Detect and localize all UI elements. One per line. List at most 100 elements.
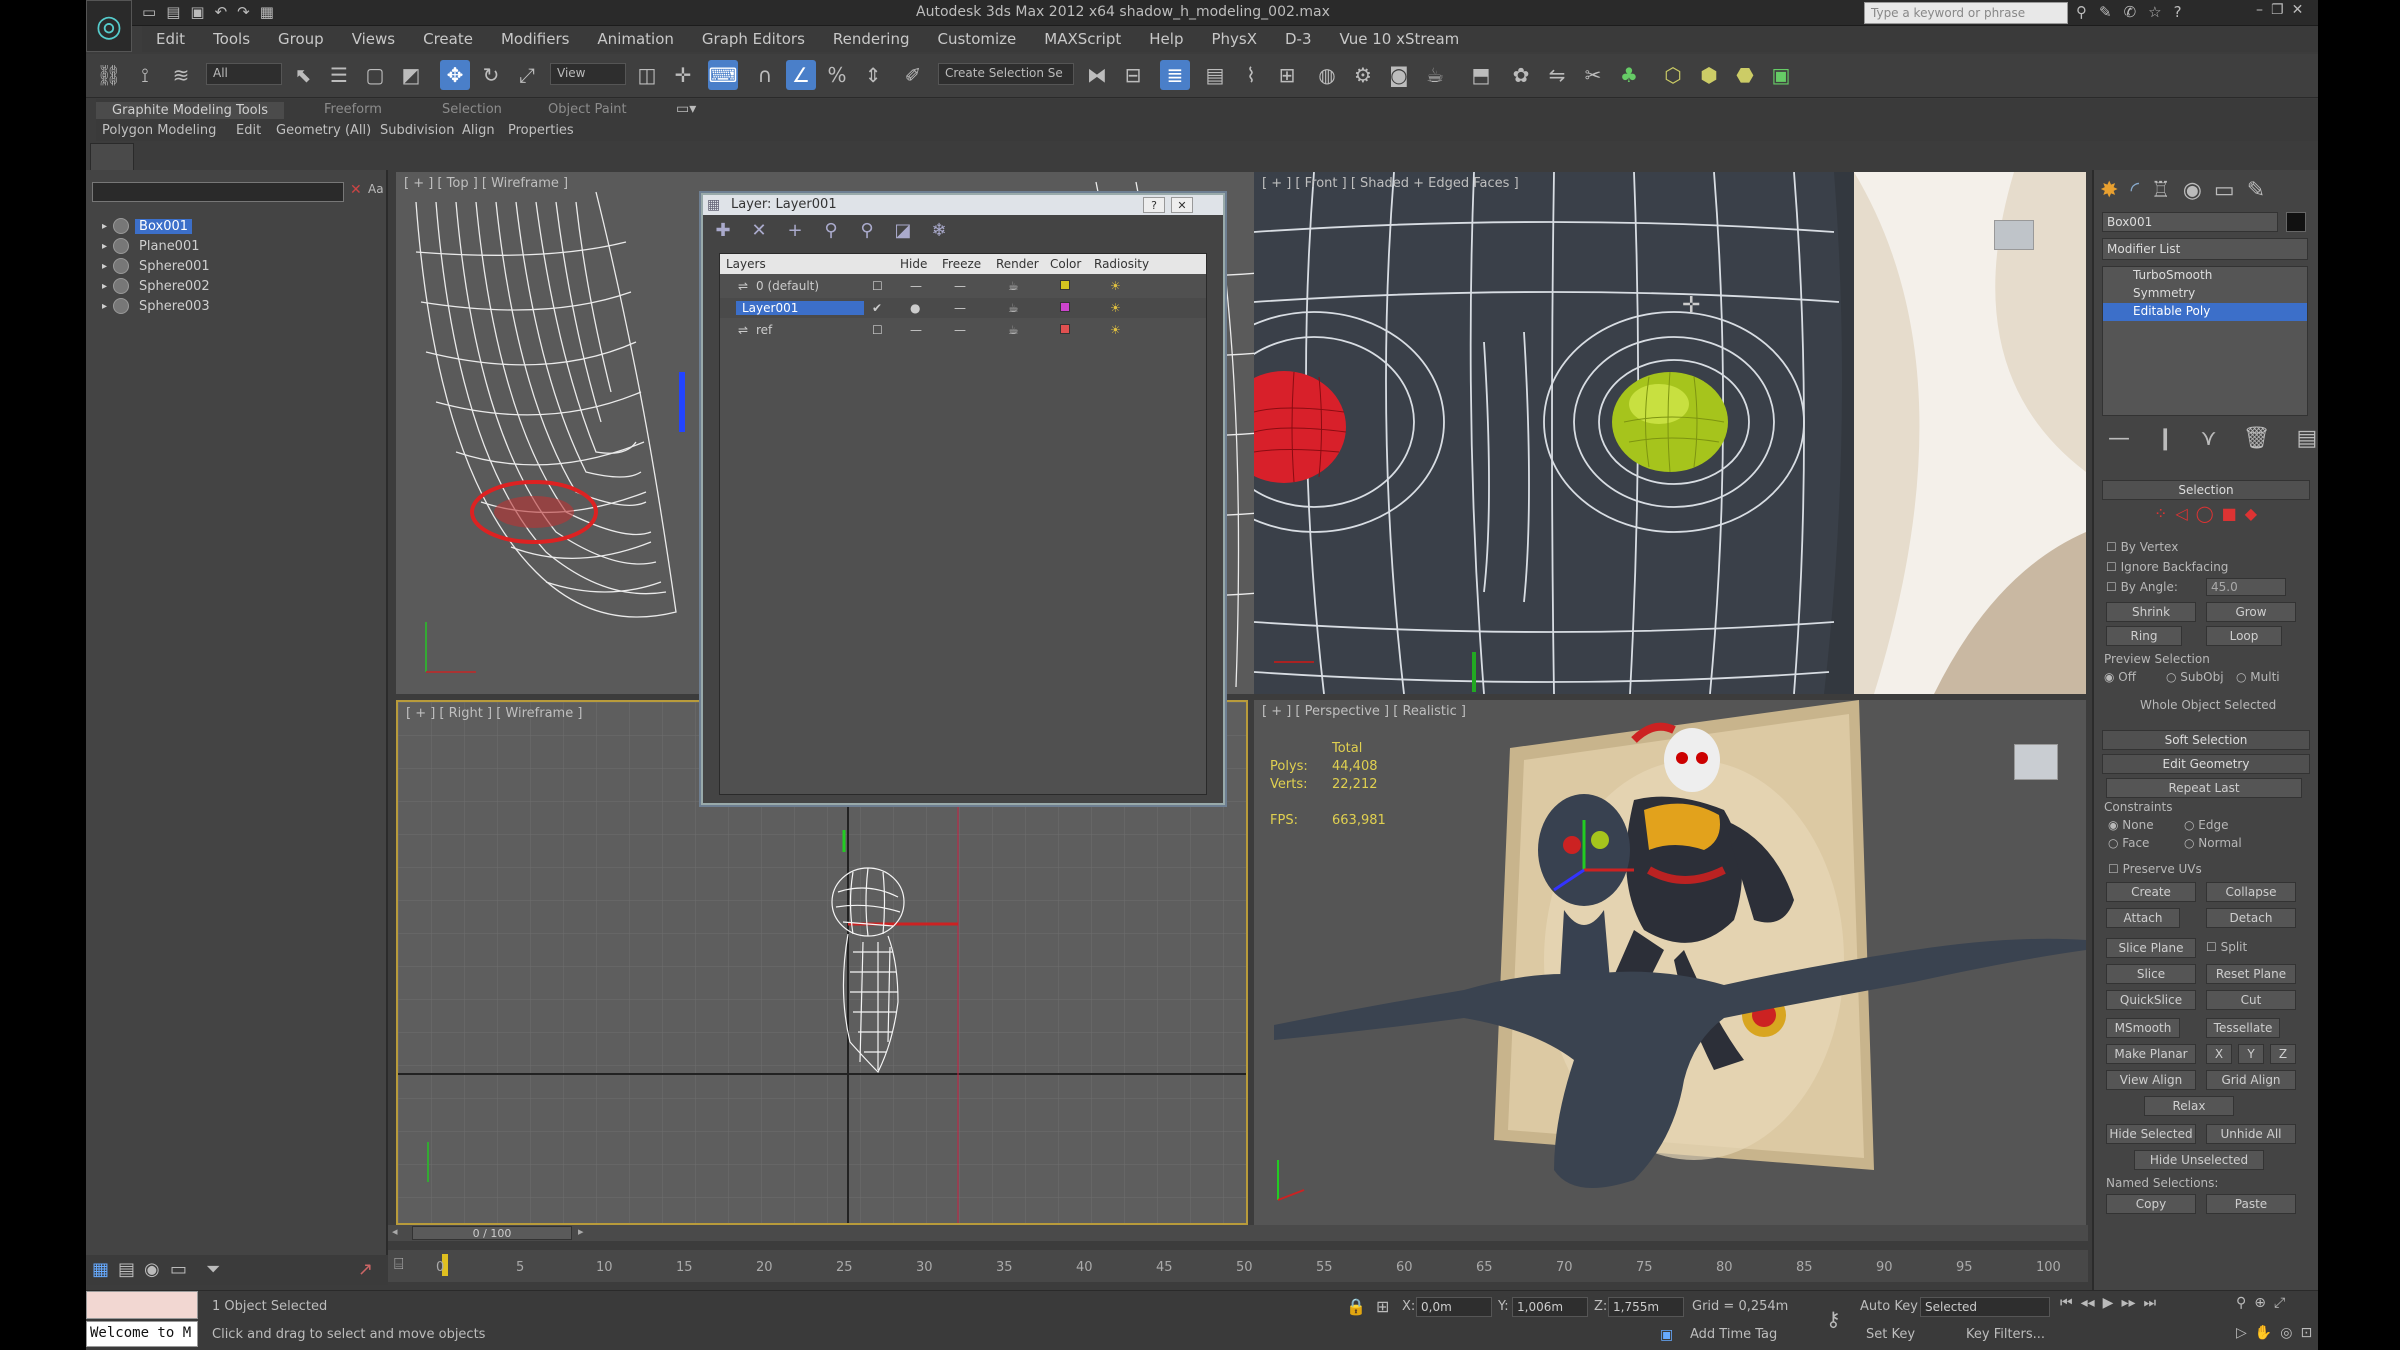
align-icon[interactable]: ⊟ (1118, 60, 1148, 90)
angle-snap-icon[interactable]: ∠ (786, 60, 816, 90)
time-slider-thumb[interactable]: 0 / 100 (412, 1226, 572, 1240)
menu-animation[interactable]: Animation (583, 30, 687, 48)
add-time-tag-icon[interactable]: ▣ (1660, 1327, 1673, 1343)
subtab-polygon-modeling[interactable]: Polygon Modeling (102, 123, 216, 138)
manipulate-icon[interactable]: ✛ (668, 60, 698, 90)
menu-customize[interactable]: Customize (924, 30, 1031, 48)
configure-modifier-sets-icon[interactable]: ▤ (2297, 426, 2318, 451)
open-file-icon[interactable]: ▤ (166, 3, 180, 21)
find-case-icon[interactable]: Aa (368, 182, 384, 196)
explorer-search-input[interactable] (92, 182, 344, 202)
play-icon[interactable]: ▶ (2103, 1295, 2114, 1311)
viewport-perspective[interactable]: [ + ] [ Perspective ] [ Realistic ] Tota… (1254, 700, 2086, 1225)
hide-unselected-button[interactable]: Hide Unselected (2134, 1150, 2264, 1170)
pan-icon[interactable]: ✋ (2255, 1325, 2272, 1341)
slice-button[interactable]: Slice (2106, 964, 2196, 984)
plugin-tool-7-icon[interactable]: ⬣ (1730, 60, 1760, 90)
pin-icon[interactable]: ↗ (358, 1259, 373, 1280)
remove-modifier-icon[interactable]: 🗑 (2243, 426, 2271, 451)
viewport-label-front[interactable]: [ + ] [ Front ] [ Shaded + Edged Faces ] (1262, 176, 1519, 191)
tessellate-button[interactable]: Tessellate (2206, 1018, 2280, 1038)
hierarchy-tab-icon[interactable]: ♖ (2151, 178, 2171, 203)
project-folder-icon[interactable]: ▦ (260, 3, 274, 21)
goto-start-icon[interactable]: ⏮ (2060, 1295, 2073, 1311)
make-planar-button[interactable]: Make Planar (2106, 1044, 2196, 1064)
plugin-tool-5-icon[interactable]: ⬡ (1658, 60, 1688, 90)
subtab-edit[interactable]: Edit (236, 123, 261, 138)
render-teapot-icon[interactable]: ☕ (1008, 323, 1019, 337)
constraint-none-radio[interactable]: ◉ None (2108, 818, 2154, 832)
plugin-tool-6-icon[interactable]: ⬢ (1694, 60, 1724, 90)
zoom-icon[interactable]: ⚲ (2236, 1295, 2246, 1311)
loop-button[interactable]: Loop (2206, 626, 2282, 646)
layer-dialog-help-button[interactable]: ? (1143, 197, 1165, 213)
select-rotate-icon[interactable]: ↻ (476, 60, 506, 90)
ignore-backfacing-checkbox[interactable]: ☐ Ignore Backfacing (2106, 560, 2228, 574)
subscription-icon[interactable]: ✎ (2099, 3, 2112, 21)
y-coordinate-field[interactable]: 1,006m (1512, 1297, 1588, 1317)
create-button[interactable]: Create (2106, 882, 2196, 902)
shrink-button[interactable]: Shrink (2106, 602, 2196, 622)
key-filters-button[interactable]: Key Filters... (1966, 1327, 2045, 1342)
render-teapot-icon[interactable]: ☕ (1008, 301, 1019, 315)
select-objects-icon[interactable]: ⚲ (819, 219, 843, 241)
time-slider-prev-icon[interactable]: ◂ (392, 1225, 398, 1238)
zoom-all-icon[interactable]: ⊕ (2254, 1295, 2266, 1311)
add-time-tag[interactable]: Add Time Tag (1690, 1327, 1777, 1342)
edit-named-selection-icon[interactable]: ✐ (898, 60, 928, 90)
grid-align-button[interactable]: Grid Align (2206, 1070, 2296, 1090)
unhide-all-button[interactable]: Unhide All (2206, 1124, 2296, 1144)
display-tab-icon[interactable]: ▭ (2214, 178, 2235, 203)
snaps-toggle-icon[interactable]: ∩ (750, 60, 780, 90)
tab-freeform[interactable]: Freeform (324, 102, 382, 117)
current-layer-check[interactable]: ✔ (872, 301, 882, 315)
link-icon[interactable]: ⛓ (94, 60, 124, 90)
graphite-toggle-icon[interactable]: ▤ (1200, 60, 1230, 90)
highlight-layer-icon[interactable]: ⚲ (855, 219, 879, 241)
preview-multi-radio[interactable]: ○ Multi (2236, 670, 2280, 684)
auto-key-button[interactable]: Auto Key (1860, 1299, 1918, 1314)
curve-editor-icon[interactable]: ⌇ (1236, 60, 1266, 90)
maxscript-listener-pink[interactable] (86, 1291, 198, 1319)
mirror-icon[interactable]: ⧓ (1082, 60, 1112, 90)
filter-icon[interactable]: ⏷ (206, 1259, 220, 1280)
undo-icon[interactable]: ↶ (215, 3, 228, 21)
menu-modifiers[interactable]: Modifiers (487, 30, 583, 48)
preserve-uvs-checkbox[interactable]: ☐ Preserve UVs (2108, 862, 2202, 876)
radiosity-icon[interactable]: ☀ (1110, 301, 1121, 315)
element-mode-icon[interactable]: ◆ (2245, 504, 2257, 523)
grow-button[interactable]: Grow (2206, 602, 2296, 622)
collapse-button[interactable]: Collapse (2206, 882, 2296, 902)
menu-vue-xstream[interactable]: Vue 10 xStream (1326, 30, 1474, 48)
constraint-normal-radio[interactable]: ○ Normal (2184, 836, 2242, 850)
spinner-snap-icon[interactable]: ⇕ (858, 60, 888, 90)
create-tab-icon[interactable]: ✸ (2100, 178, 2118, 203)
layer-row[interactable]: ⇌ ref ☐ — — ☕ ☀ (720, 320, 1206, 340)
tab-object-paint[interactable]: Object Paint (548, 102, 627, 117)
trackbar[interactable]: ⌸ 0 5 10 15 20 25 30 35 40 45 50 55 60 65 70 75 80 85 90 95… (388, 1250, 2088, 1282)
plugin-tool-1-icon[interactable]: ⬒ (1466, 60, 1496, 90)
lock-selection-icon[interactable]: 🔒 (1346, 1297, 1366, 1316)
planar-z-button[interactable]: Z (2270, 1044, 2296, 1064)
motion-tab-icon[interactable]: ◉ (2183, 178, 2202, 203)
viewport-label-right[interactable]: [ + ] [ Right ] [ Wireframe ] (406, 706, 582, 721)
light-icon[interactable]: ● (910, 301, 920, 315)
hide-selected-button[interactable]: Hide Selected (2106, 1124, 2196, 1144)
viewcube-front[interactable] (1994, 220, 2034, 250)
vertex-mode-icon[interactable]: ⁘ (2154, 504, 2167, 523)
transform-type-in-icon[interactable]: ⊞ (1376, 1297, 1389, 1316)
explorer-item-sphere001[interactable]: ▸ Sphere001 (102, 256, 214, 276)
preview-subobj-radio[interactable]: ○ SubObj (2166, 670, 2224, 684)
plugin-tree-icon[interactable]: ♣ (1614, 60, 1644, 90)
radiosity-icon[interactable]: ☀ (1110, 279, 1121, 293)
ribbon-options-icon[interactable]: ▭▾ (676, 101, 696, 117)
layer-row[interactable]: ⇌ 0 (default) ☐ — — ☕ ☀ (720, 276, 1206, 296)
menu-d3[interactable]: D-3 (1271, 30, 1326, 48)
explorer-item-plane001[interactable]: ▸ Plane001 (102, 236, 204, 256)
key-mode-dropdown[interactable]: Selected (1920, 1297, 2050, 1317)
constraint-face-radio[interactable]: ○ Face (2108, 836, 2149, 850)
keyboard-shortcut-override-icon[interactable]: ⌨ (708, 60, 738, 90)
modifier-list-dropdown[interactable]: Modifier List (2102, 238, 2308, 260)
relax-button[interactable]: Relax (2144, 1096, 2234, 1116)
plugin-tool-4-icon[interactable]: ✂ (1578, 60, 1608, 90)
